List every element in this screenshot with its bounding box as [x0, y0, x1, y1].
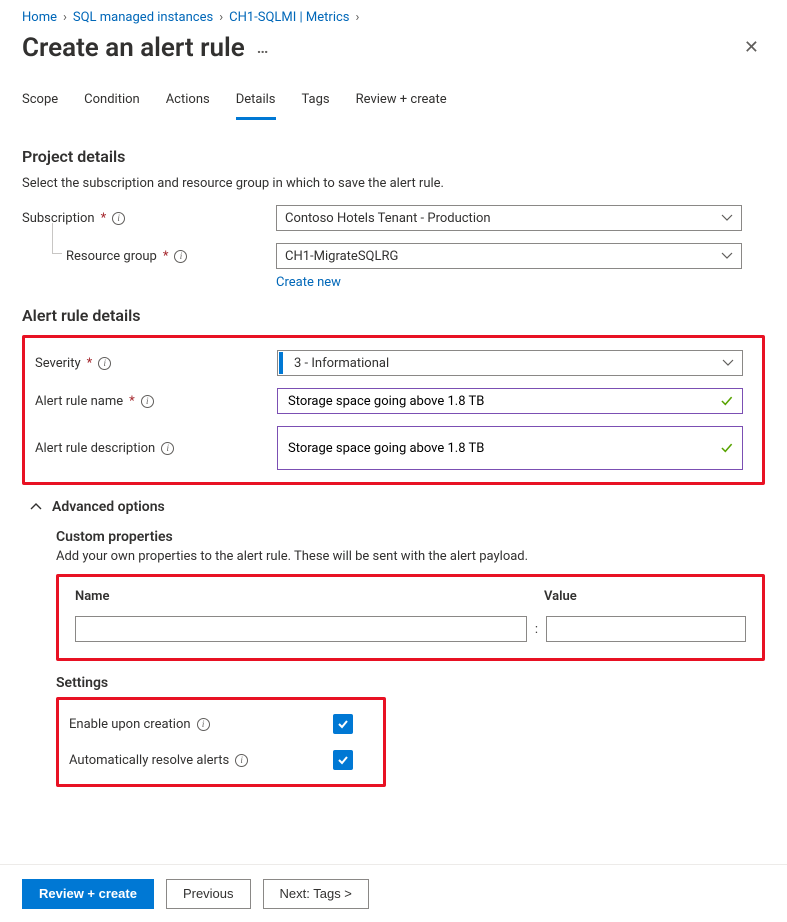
enable-upon-creation-checkbox[interactable] — [333, 714, 353, 734]
custom-prop-value-input[interactable] — [547, 617, 745, 641]
custom-properties-header: Name Value — [67, 583, 754, 612]
check-icon — [720, 441, 734, 455]
info-icon[interactable]: i — [98, 357, 111, 370]
alert-desc-label: Alert rule description i — [35, 441, 277, 456]
chevron-right-icon: › — [63, 10, 67, 25]
highlight-alert-details: Severity * i 3 - Informational Alert rul… — [22, 335, 765, 485]
col-value: Value — [544, 589, 754, 604]
tab-scope[interactable]: Scope — [22, 86, 58, 120]
chevron-down-icon — [721, 250, 733, 262]
alert-desc-input[interactable] — [286, 440, 720, 457]
custom-prop-value-wrapper — [546, 616, 746, 642]
tab-bar: Scope Condition Actions Details Tags Rev… — [22, 72, 765, 121]
check-icon — [337, 754, 349, 766]
settings-heading: Settings — [56, 675, 765, 691]
alert-desc-input-wrapper — [277, 426, 743, 470]
previous-button[interactable]: Previous — [166, 879, 251, 909]
close-icon[interactable]: ✕ — [738, 31, 765, 64]
custom-properties-desc: Add your own properties to the alert rul… — [56, 549, 765, 564]
required-icon: * — [101, 211, 107, 226]
tab-actions[interactable]: Actions — [166, 86, 210, 120]
breadcrumb-instance-metrics[interactable]: CH1-SQLMI | Metrics — [229, 10, 349, 25]
page-title: Create an alert rule … — [22, 33, 269, 63]
subscription-label: Subscription * i — [22, 211, 276, 226]
chevron-down-icon — [721, 212, 733, 224]
auto-resolve-row: Automatically resolve alerts i — [69, 742, 373, 778]
custom-property-row: : — [67, 612, 754, 652]
footer: Review + create Previous Next: Tags > — [0, 864, 787, 922]
chevron-right-icon: › — [356, 10, 360, 25]
custom-prop-name-wrapper — [75, 616, 527, 642]
required-icon: * — [87, 356, 93, 371]
severity-select[interactable]: 3 - Informational — [277, 350, 743, 376]
chevron-right-icon: › — [219, 10, 223, 25]
info-icon[interactable]: i — [235, 754, 248, 767]
alert-name-label: Alert rule name * i — [35, 394, 277, 409]
highlight-custom-properties: Name Value : — [56, 574, 765, 661]
more-icon[interactable]: … — [257, 38, 270, 57]
resource-group-select[interactable]: CH1-MigrateSQLRG — [276, 243, 742, 269]
breadcrumb: Home › SQL managed instances › CH1-SQLMI… — [0, 0, 787, 25]
breadcrumb-sql-managed-instances[interactable]: SQL managed instances — [73, 10, 213, 25]
tab-review-create[interactable]: Review + create — [356, 86, 447, 120]
resource-group-label: Resource group * i — [66, 249, 276, 264]
info-icon[interactable]: i — [112, 212, 125, 225]
auto-resolve-label: Automatically resolve alerts i — [69, 753, 333, 768]
auto-resolve-checkbox[interactable] — [333, 750, 353, 770]
enable-upon-creation-row: Enable upon creation i — [69, 706, 373, 742]
subscription-select[interactable]: Contoso Hotels Tenant - Production — [276, 205, 742, 231]
create-new-link[interactable]: Create new — [276, 275, 341, 290]
alert-rule-details-heading: Alert rule details — [22, 306, 765, 325]
body-scroll[interactable]: Scope Condition Actions Details Tags Rev… — [0, 68, 787, 864]
required-icon: * — [163, 249, 169, 264]
alert-name-input-wrapper — [277, 388, 743, 414]
page-title-text: Create an alert rule — [22, 33, 245, 63]
next-tags-button[interactable]: Next: Tags > — [263, 879, 369, 909]
info-icon[interactable]: i — [197, 718, 210, 731]
chevron-down-icon — [722, 357, 734, 369]
review-create-button[interactable]: Review + create — [22, 879, 154, 909]
check-icon — [720, 394, 734, 408]
breadcrumb-home[interactable]: Home — [22, 10, 57, 25]
highlight-settings: Enable upon creation i Automatically res… — [56, 697, 386, 787]
custom-prop-name-input[interactable] — [76, 617, 526, 641]
severity-label: Severity * i — [35, 356, 277, 371]
col-name: Name — [75, 589, 544, 604]
alert-desc-row: Alert rule description i — [35, 426, 752, 470]
info-icon[interactable]: i — [174, 250, 187, 263]
resource-group-row: Resource group * i CH1-MigrateSQLRG — [22, 243, 765, 269]
enable-upon-creation-label: Enable upon creation i — [69, 717, 333, 732]
info-icon[interactable]: i — [141, 395, 154, 408]
advanced-options-toggle[interactable]: Advanced options — [30, 499, 765, 515]
info-icon[interactable]: i — [161, 442, 174, 455]
custom-properties-heading: Custom properties — [56, 529, 765, 545]
subscription-row: Subscription * i Contoso Hotels Tenant -… — [22, 205, 765, 231]
tab-tags[interactable]: Tags — [302, 86, 330, 120]
title-row: Create an alert rule … ✕ — [0, 25, 787, 72]
alert-name-input[interactable] — [286, 393, 720, 410]
required-icon: * — [129, 394, 135, 409]
severity-row: Severity * i 3 - Informational — [35, 350, 752, 376]
project-details-desc: Select the subscription and resource gro… — [22, 176, 765, 191]
alert-name-row: Alert rule name * i — [35, 388, 752, 414]
tab-details[interactable]: Details — [236, 86, 276, 120]
project-details-heading: Project details — [22, 147, 765, 166]
colon-separator: : — [535, 622, 538, 637]
chevron-up-icon — [30, 501, 42, 513]
check-icon — [337, 718, 349, 730]
tab-condition[interactable]: Condition — [84, 86, 140, 120]
